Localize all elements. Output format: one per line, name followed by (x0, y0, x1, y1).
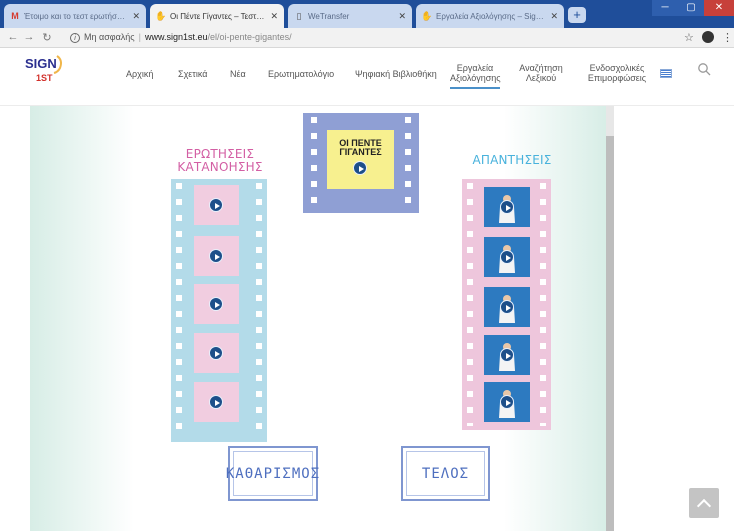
browser-tab[interactable]: ✋ Εργαλεία Αξιολόγησης – Sign Fi ✕ (416, 4, 564, 28)
answer-play-button[interactable] (500, 348, 514, 362)
maximize-icon[interactable]: ▢ (678, 0, 704, 16)
tab-title: Έτοιμο και το τεστ ερωτήσεων (24, 11, 129, 21)
page-content: ΟΙ ΠΕΝΤΕ ΓΙΓΑΝΤΕΣ ΕΡΩΤΗΣΕΙΣ ΚΑΤΑΝΟΗΣΗΣ Α… (0, 106, 734, 531)
nav-item-questionnaire[interactable]: Ερωτηματολόγιο (268, 69, 334, 79)
scrollbar[interactable] (606, 106, 614, 531)
account-icon[interactable] (702, 31, 714, 43)
info-icon[interactable]: i (70, 32, 80, 43)
nav-item-school-training[interactable]: Ενδοσχολικές Επιμορφώσεις (586, 63, 648, 83)
language-flag-icon[interactable] (660, 69, 672, 78)
questions-heading-line-2: ΚΑΤΑΝΟΗΣΗΣ (177, 160, 263, 174)
minimize-icon[interactable]: ─ (652, 0, 678, 16)
answer-frame-2[interactable] (484, 237, 530, 277)
nav-item-dictionary-search[interactable]: Αναζήτηση Λεξικού (516, 63, 566, 83)
answer-play-button[interactable] (500, 300, 514, 314)
tab-title: Οι Πέντε Γίγαντες – Τεστ κατανό (170, 11, 266, 21)
close-tab-icon[interactable]: ✕ (550, 11, 558, 22)
answer-frame-5[interactable] (484, 382, 530, 422)
question-frame-5[interactable] (194, 382, 239, 422)
nav-item-home[interactable]: Αρχική (126, 69, 153, 79)
question-frame-2[interactable] (194, 236, 239, 276)
question-frame-1[interactable] (194, 185, 239, 225)
answer-play-button[interactable] (500, 200, 514, 214)
sign1st-icon: ✋ (421, 10, 433, 21)
answer-frame-1[interactable] (484, 187, 530, 227)
question-play-button[interactable] (209, 297, 223, 311)
answer-play-button[interactable] (500, 395, 514, 409)
url-field[interactable]: i Μη ασφαλής | www.sign1st.eu/el/oi-pente-g… (70, 32, 292, 43)
nav-item-about[interactable]: Σχετικά (178, 69, 207, 79)
browser-tab[interactable]: ▯ WeTransfer ✕ (288, 4, 412, 28)
answer-frame-3[interactable] (484, 287, 530, 327)
site-header: SIGN 1ST Αρχική Σχετικά Νέα Ερωτηματολόγ… (0, 48, 734, 106)
nav-item-digital-library[interactable]: Ψηφιακή Βιβλιοθήκη (355, 69, 437, 79)
answer-play-button[interactable] (500, 250, 514, 264)
question-play-button[interactable] (209, 346, 223, 360)
scrollbar-thumb[interactable] (606, 136, 614, 531)
question-play-button[interactable] (209, 249, 223, 263)
bookmark-star-icon[interactable]: ☆ (684, 31, 694, 44)
security-label: Μη ασφαλής (84, 32, 135, 42)
answer-frame-4[interactable] (484, 335, 530, 375)
browser-menu-icon[interactable]: ⋮ (722, 31, 733, 44)
question-frame-3[interactable] (194, 284, 239, 324)
title-play-button[interactable] (353, 161, 367, 175)
answers-heading: ΑΠΑΝΤΗΣΕΙΣ (472, 153, 552, 167)
new-tab-button[interactable]: + (568, 7, 586, 23)
main-nav: Αρχική Σχετικά Νέα Ερωτηματολόγιο Ψηφιακ… (0, 48, 734, 106)
close-tab-icon[interactable]: ✕ (270, 11, 278, 22)
questions-heading: ΕΡΩΤΗΣΕΙΣ ΚΑΤΑΝΟΗΣΗΣ (170, 148, 270, 174)
browser-tab-strip: M Έτοιμο και το τεστ ερωτήσεων ✕ ✋ Οι Πέ… (0, 0, 734, 28)
back-arrow-icon[interactable]: ← (6, 31, 20, 43)
question-frame-4[interactable] (194, 333, 239, 373)
nav-item-assessment-tools[interactable]: Εργαλεία Αξιολόγησης (450, 63, 501, 89)
nav-item-news[interactable]: Νέα (230, 69, 246, 79)
gmail-icon: M (11, 11, 19, 21)
end-button[interactable]: ΤΕΛΟΣ (401, 446, 490, 501)
address-bar: ← → ↻ i Μη ασφαλής | www.sign1st.eu/el/oi-p… (0, 28, 734, 48)
scroll-to-top-button[interactable] (689, 488, 719, 518)
tab-title: WeTransfer (308, 11, 350, 21)
clear-button[interactable]: ΚΑΘΑΡΙΣΜΟΣ (226, 446, 319, 501)
question-play-button[interactable] (209, 395, 223, 409)
search-icon[interactable] (697, 62, 711, 76)
reload-icon[interactable]: ↻ (40, 31, 54, 44)
title-line-2: ΓΙΓΑΝΤΕΣ (339, 147, 382, 157)
url-path: /el/oi-pente-gigantes/ (207, 32, 292, 42)
close-tab-icon[interactable]: ✕ (398, 11, 406, 22)
page-icon: ▯ (296, 10, 302, 21)
browser-tab-active[interactable]: ✋ Οι Πέντε Γίγαντες – Τεστ κατανό ✕ (150, 4, 284, 28)
window-close-icon[interactable]: ✕ (704, 0, 734, 16)
browser-tab[interactable]: M Έτοιμο και το τεστ ερωτήσεων ✕ (4, 4, 146, 28)
url-host: www.sign1st.eu (145, 32, 208, 42)
activity-title: ΟΙ ΠΕΝΤΕ ΓΙΓΑΝΤΕΣ (327, 139, 394, 157)
tab-title: Εργαλεία Αξιολόγησης – Sign Fi (436, 11, 547, 21)
question-play-button[interactable] (209, 198, 223, 212)
sign1st-icon: ✋ (155, 10, 167, 21)
close-tab-icon[interactable]: ✕ (132, 11, 140, 22)
forward-arrow-icon[interactable]: → (22, 31, 36, 43)
